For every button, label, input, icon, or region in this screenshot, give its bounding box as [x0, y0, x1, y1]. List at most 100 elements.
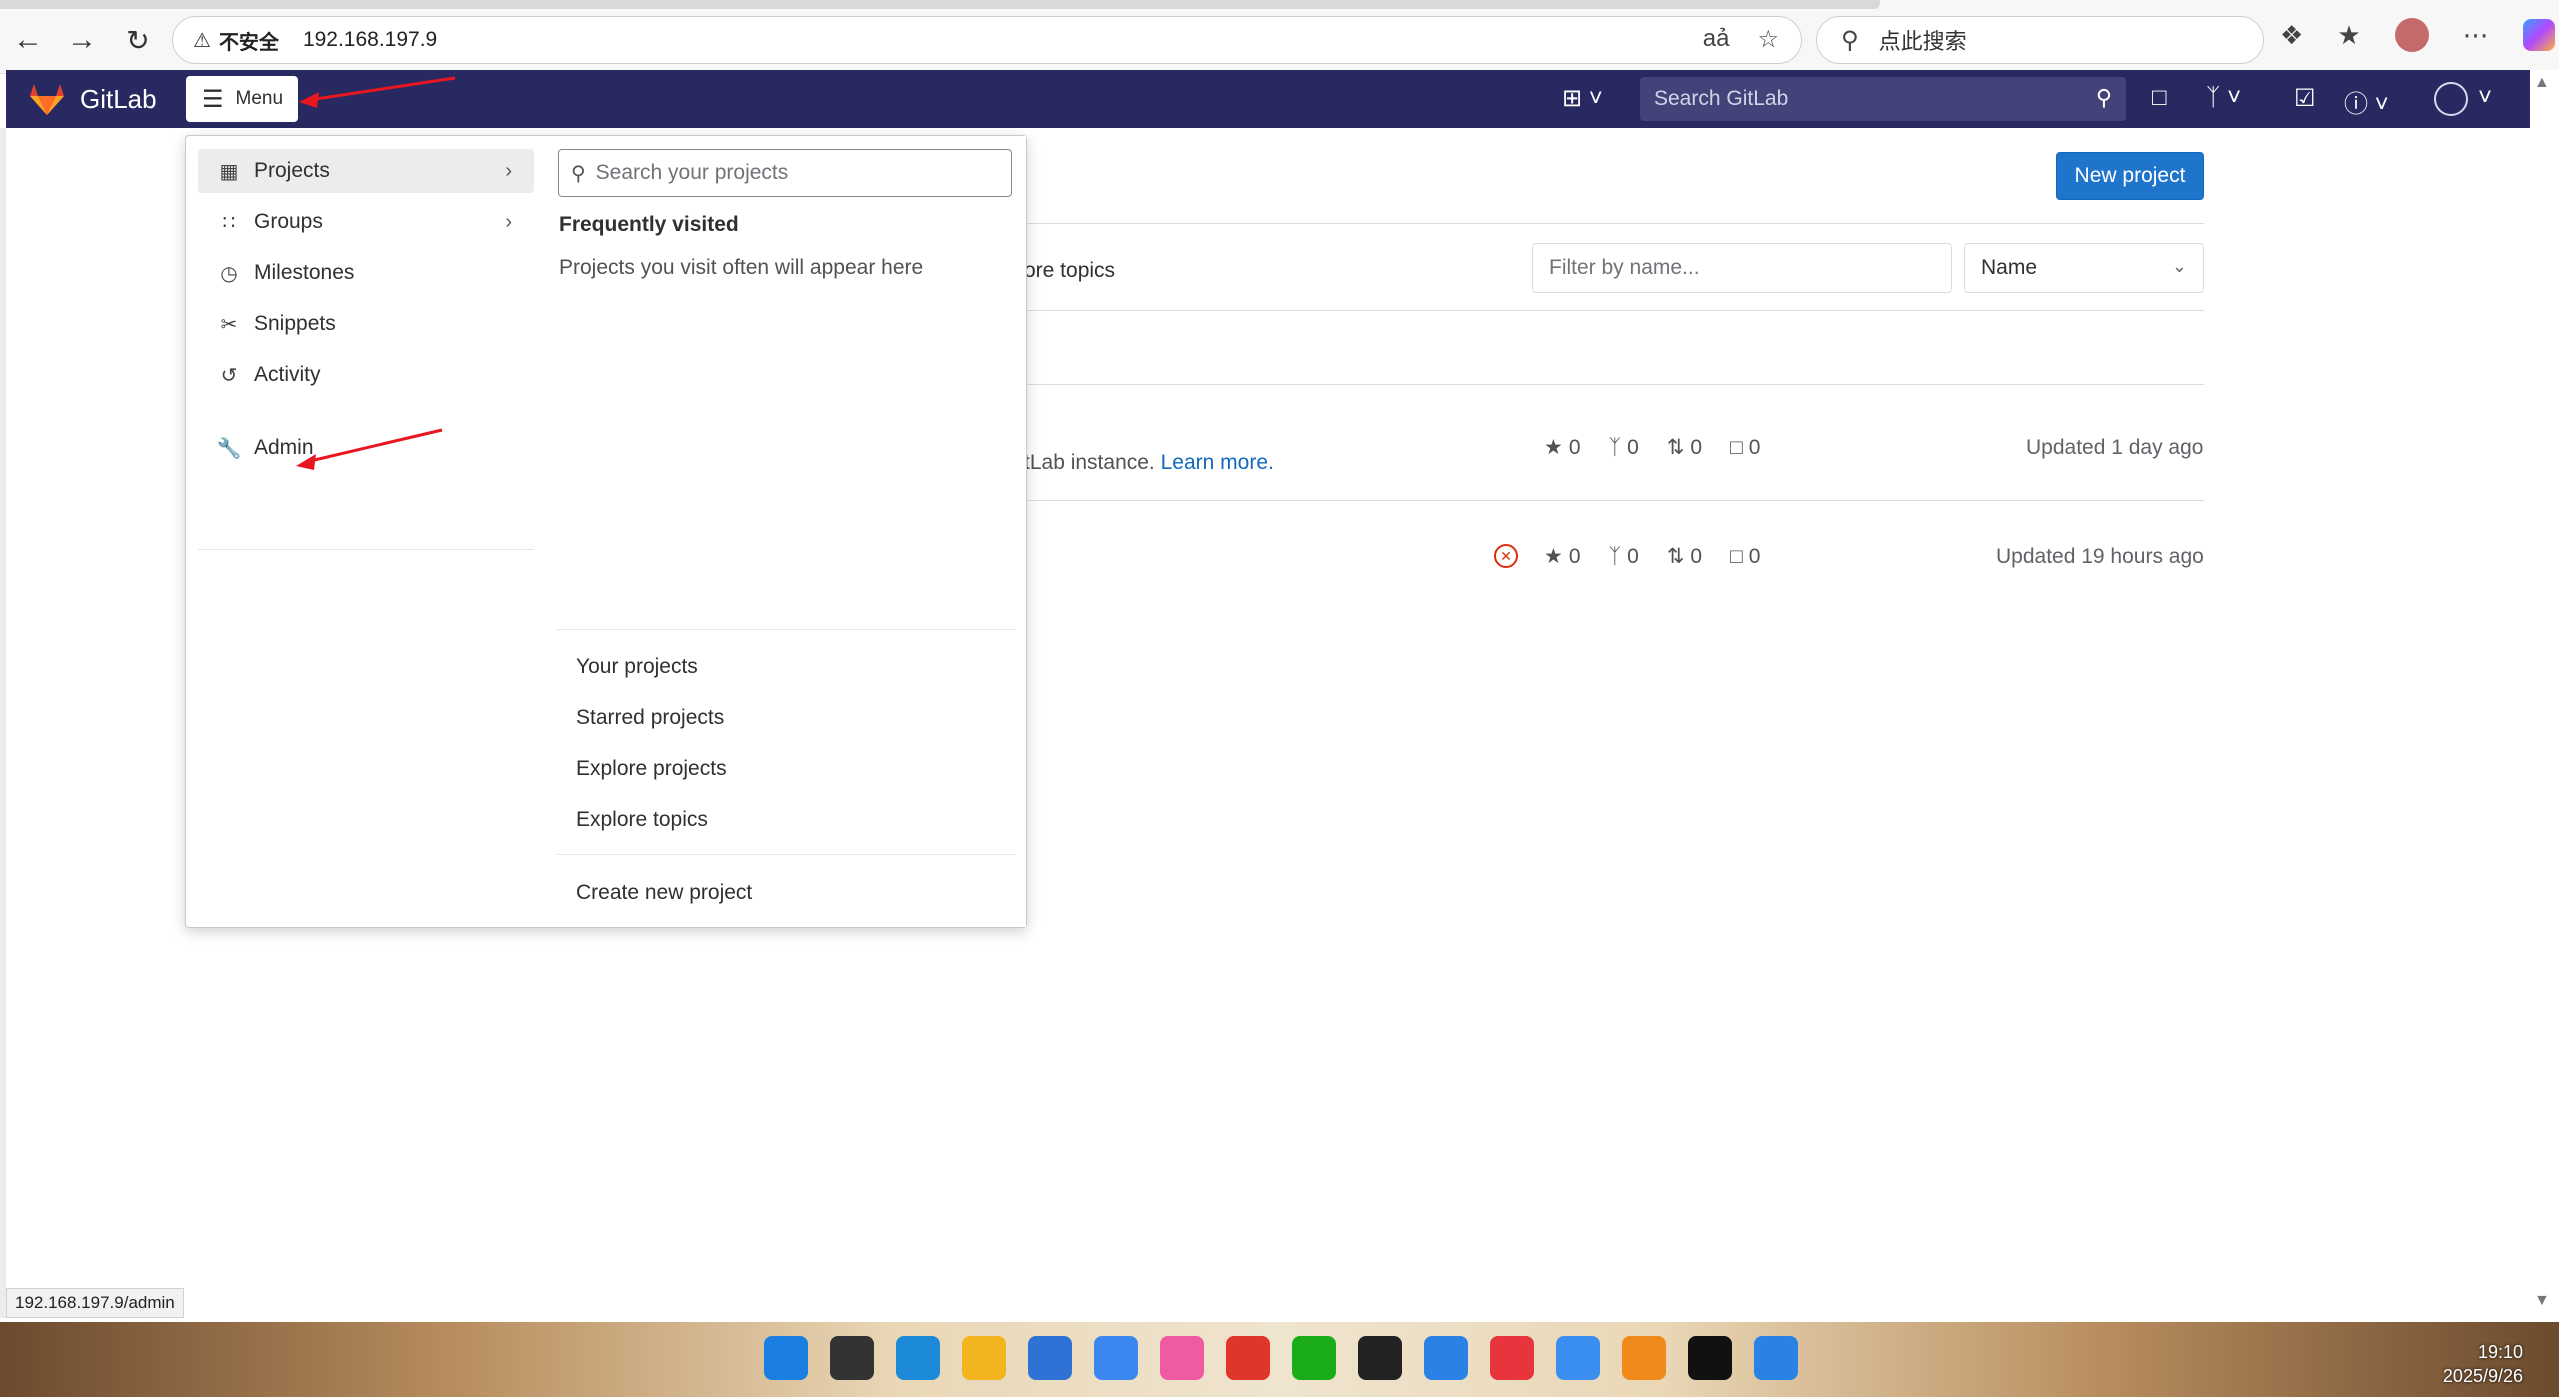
star-icon: ★: [1544, 545, 1563, 568]
updated-time: Updated 19 hours ago: [1996, 545, 2204, 568]
bilibili-icon[interactable]: [1160, 1336, 1204, 1380]
warning-icon: ⚠: [193, 29, 211, 52]
favorites-icon[interactable]: ★: [2337, 20, 2360, 51]
start-windows-icon[interactable]: [764, 1336, 808, 1380]
extensions-icon[interactable]: ❖: [2280, 20, 2303, 51]
system-clock[interactable]: 19:10 2025/9/26: [2443, 1340, 2523, 1388]
merge-requests-count[interactable]: ⇅ 0: [1667, 435, 1702, 460]
wps-office-icon[interactable]: [1226, 1336, 1270, 1380]
stars-count[interactable]: ★ 0: [1544, 544, 1581, 569]
netease-music-icon[interactable]: [1490, 1336, 1534, 1380]
browser-search-box[interactable]: ⚲ 点此搜索: [1816, 16, 2264, 64]
menu-item-projects[interactable]: ▦ Projects ›: [198, 149, 534, 193]
help-icon[interactable]: ⓘ ˅: [2344, 84, 2389, 119]
search-icon: ⚲: [571, 162, 586, 185]
frequently-visited-empty: Projects you visit often will appear her…: [559, 256, 924, 279]
menu-item-snippets[interactable]: ✂ Snippets: [198, 302, 534, 346]
projects-submenu: ⚲ Search your projects Frequently visite…: [546, 136, 1026, 927]
more-options-icon[interactable]: ⋯: [2463, 20, 2489, 51]
chevron-down-icon[interactable]: ˅: [2478, 84, 2492, 112]
sort-select[interactable]: Name ⌄: [1964, 243, 2204, 293]
clock-date: 2025/9/26: [2442, 1366, 2523, 1386]
todos-icon[interactable]: ☑: [2294, 84, 2316, 113]
address-bar[interactable]: ⚠ 不安全 192.168.197.9 aả ☆: [172, 16, 1802, 64]
merge-requests-count[interactable]: ⇅ 0: [1667, 544, 1702, 569]
search-icon: ⚲: [2095, 85, 2112, 110]
link-create-new-project[interactable]: Create new project: [576, 881, 752, 905]
menu-label: Menu: [235, 88, 284, 109]
sort-value: Name: [1981, 256, 2038, 279]
favorite-star-icon[interactable]: ☆: [1757, 25, 1779, 54]
browser-search-placeholder: 点此搜索: [1878, 29, 1967, 54]
star-icon: ★: [1544, 436, 1563, 459]
issues-count[interactable]: □ 0: [1730, 435, 1760, 460]
back-arrow-icon[interactable]: ←: [8, 20, 48, 60]
issue-icon: □: [1730, 544, 1743, 568]
project-stats: ★ 0 ᛉ0 ⇅ 0 □ 0: [1544, 435, 1760, 460]
menu-item-milestones[interactable]: ◷ Milestones: [198, 251, 534, 295]
merge-request-icon: ⇅: [1666, 545, 1685, 568]
dingtalk-icon[interactable]: [1424, 1336, 1468, 1380]
profile-avatar[interactable]: [2394, 18, 2429, 52]
annotation-arrow-admin: [296, 428, 443, 470]
merge-requests-icon[interactable]: ᛉ ˅: [2206, 84, 2241, 112]
url-text[interactable]: 192.168.197.9: [303, 28, 437, 52]
stars-count[interactable]: ★ 0: [1544, 435, 1581, 460]
vmware-icon[interactable]: [1622, 1336, 1666, 1380]
user-avatar[interactable]: [2434, 82, 2468, 116]
store-icon[interactable]: [1028, 1336, 1072, 1380]
forks-count[interactable]: ᛉ0: [1609, 435, 1639, 460]
learn-more-link[interactable]: Learn more.: [1161, 451, 1274, 474]
group-icon: ∷: [222, 211, 236, 234]
updated-time: Updated 1 day ago: [2026, 436, 2204, 459]
copilot-icon[interactable]: [2522, 19, 2555, 51]
link-explore-topics[interactable]: Explore topics: [576, 808, 708, 832]
wechat-icon[interactable]: [1292, 1336, 1336, 1380]
read-aloud-icon[interactable]: aả: [1703, 25, 1730, 54]
gitlab-brand[interactable]: GitLab: [80, 84, 157, 115]
chevron-down-icon: ⌄: [2171, 256, 2187, 276]
project-icon: ▦: [219, 160, 239, 183]
link-explore-projects[interactable]: Explore projects: [576, 757, 727, 781]
page-scrollbar[interactable]: [2530, 70, 2559, 1320]
divider: [1020, 223, 2204, 224]
reload-icon[interactable]: ↻: [118, 20, 158, 60]
annotation-arrow-menu: [299, 76, 456, 108]
tab-explore-topics[interactable]: ore topics: [1024, 259, 1115, 283]
filter-placeholder: Filter by name...: [1549, 256, 1700, 279]
menu-button[interactable]: ☰ Menu: [186, 76, 298, 122]
link-your-projects[interactable]: Your projects: [576, 655, 698, 679]
issues-count[interactable]: □ 0: [1730, 544, 1760, 569]
scroll-up-icon[interactable]: ▲: [2534, 74, 2550, 92]
status-bar-url: 192.168.197.9/admin: [6, 1288, 184, 1318]
link-starred-projects[interactable]: Starred projects: [576, 706, 724, 730]
lark-app-icon[interactable]: [1094, 1336, 1138, 1380]
security-label: 不安全: [218, 31, 279, 54]
menu-item-groups[interactable]: ∷ Groups ›: [198, 200, 534, 244]
wrench-icon: 🔧: [216, 437, 242, 460]
project-stats: ★ 0 ᛉ0 ⇅ 0 □ 0: [1544, 544, 1760, 569]
baidu-netdisk-icon[interactable]: [1556, 1336, 1600, 1380]
gitlab-search-input[interactable]: Search GitLab ⚲: [1640, 77, 2126, 121]
divider: [1020, 384, 2204, 385]
create-new-icon[interactable]: ⊞ ˅: [1562, 84, 1603, 113]
windows-taskbar: 19:10 2025/9/26: [0, 1322, 2559, 1397]
filter-by-name-input[interactable]: Filter by name...: [1532, 243, 1952, 293]
issues-icon[interactable]: □: [2152, 84, 2167, 112]
menu-item-activity[interactable]: ↺ Activity: [198, 353, 534, 397]
left-edge: [0, 128, 6, 1318]
task-view-icon[interactable]: [830, 1336, 874, 1380]
search-your-projects-input[interactable]: ⚲ Search your projects: [558, 149, 1012, 197]
feishu-icon[interactable]: [1754, 1336, 1798, 1380]
qq-icon[interactable]: [1358, 1336, 1402, 1380]
forward-arrow-icon[interactable]: →: [62, 20, 102, 60]
scroll-down-icon[interactable]: ▼: [2534, 1292, 2550, 1310]
file-explorer-icon[interactable]: [962, 1336, 1006, 1380]
issue-icon: □: [1730, 435, 1743, 459]
terminal-app-icon[interactable]: [1688, 1336, 1732, 1380]
forks-count[interactable]: ᛉ0: [1609, 544, 1639, 569]
gitlab-logo-icon[interactable]: [28, 82, 66, 116]
edge-browser-icon[interactable]: [896, 1336, 940, 1380]
new-project-button[interactable]: New project: [2056, 152, 2204, 200]
pipeline-failed-icon[interactable]: ✕: [1494, 544, 1518, 568]
